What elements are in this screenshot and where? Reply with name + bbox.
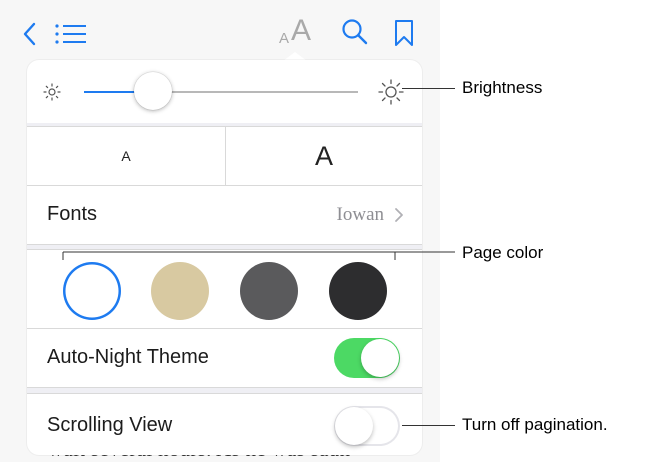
sun-large-icon (378, 79, 404, 105)
increase-font-size-button[interactable]: A (226, 127, 422, 185)
text-size-large-glyph: A (291, 14, 312, 47)
font-size-row: A A (27, 127, 422, 185)
scrolling-view-toggle[interactable] (334, 406, 400, 446)
pagination-callout-line (402, 425, 455, 426)
auto-night-theme-label: Auto-Night Theme (47, 346, 209, 368)
page-color-gray-swatch[interactable] (240, 262, 298, 320)
brightness-slider-thumb[interactable] (134, 72, 172, 110)
toggle-knob (361, 339, 399, 377)
brightness-callout-line (402, 88, 455, 89)
pagination-callout: Turn off pagination. (462, 415, 608, 434)
auto-night-theme-row: Auto-Night Theme (27, 329, 422, 387)
decrease-font-size-button[interactable]: A (27, 127, 225, 185)
contents-list-icon[interactable] (55, 24, 87, 44)
chevron-right-icon (395, 208, 403, 222)
reader-toolbar: A A (0, 0, 440, 60)
page-color-bracket (62, 251, 455, 260)
page-color-sepia-swatch[interactable] (151, 262, 209, 320)
toggle-knob (335, 407, 373, 445)
text-size-icon[interactable]: A A (279, 14, 319, 50)
fonts-row[interactable]: Fonts Iowan (27, 186, 422, 244)
scrolling-view-row: Scrolling View (27, 394, 422, 455)
brightness-callout: Brightness (462, 78, 543, 97)
bookmark-icon[interactable] (394, 19, 414, 47)
search-icon[interactable] (341, 18, 369, 46)
brightness-row (27, 60, 422, 123)
page-color-white-swatch[interactable] (63, 262, 121, 320)
text-size-small-glyph: A (279, 30, 290, 47)
fonts-label: Fonts (47, 203, 98, 225)
page-color-night-swatch[interactable] (329, 262, 387, 320)
sun-small-icon (43, 83, 61, 101)
book-reader-screen: A A wait several hours. As he was saun- (0, 0, 440, 462)
selected-font-value: Iowan (336, 204, 384, 225)
scrolling-view-label: Scrolling View (47, 414, 173, 436)
auto-night-theme-toggle[interactable] (334, 338, 400, 378)
page-color-callout: Page color (462, 243, 544, 262)
back-chevron-icon[interactable] (22, 22, 38, 46)
brightness-track-empty[interactable] (154, 91, 358, 93)
